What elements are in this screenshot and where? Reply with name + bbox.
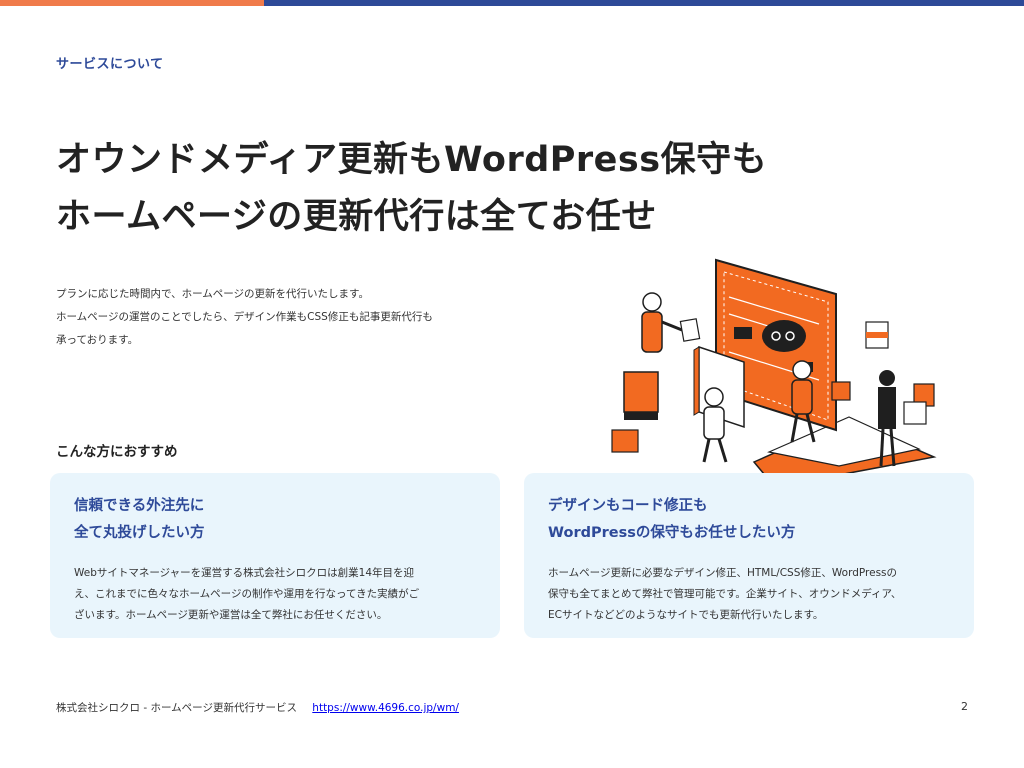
illus-robot-2-leg xyxy=(702,438,711,463)
top-accent-bar-orange xyxy=(0,0,264,6)
illus-book-spine xyxy=(693,346,700,416)
card-body-line-1: ホームページ更新に必要なデザイン修正、HTML/CSS修正、WordPressの xyxy=(548,567,898,579)
intro-line-1: プランに応じた時間内で、ホームページの更新を代行いたします。 xyxy=(56,288,370,300)
illus-robot-2-head xyxy=(704,387,724,407)
illus-robot-2-leg-2 xyxy=(717,438,728,463)
illus-robot-2-body xyxy=(703,406,725,440)
illus-cube-5 xyxy=(611,429,639,453)
card-body-line-2: 保守も全てまとめて弊社で管理可能です。企業サイト、オウンドメディア、 xyxy=(548,588,902,600)
card-title-line-2: 全て丸投げしたい方 xyxy=(74,525,205,541)
intro-line-2: ホームページの運営のことでしたら、デザイン作業もCSS修正も記事更新代行も xyxy=(56,311,433,323)
headline-line-2: ホームページの更新代行は全てお任せ xyxy=(56,197,657,237)
illus-paper xyxy=(679,318,701,342)
illus-person-head xyxy=(879,370,895,386)
recommend-card-body: Webサイトマネージャーを運営する株式会社シロクロは創業14年目を迎 え、これま… xyxy=(74,563,480,626)
card-body-line-3: ざいます。ホームページ更新や運営は全て弊社にお任せください。 xyxy=(74,609,388,621)
recommend-card-title: デザインもコード修正も WordPressの保守もお任せしたい方 xyxy=(548,493,954,547)
illus-robot-3-body xyxy=(791,379,813,415)
card-title-line-1: デザインもコード修正も xyxy=(548,498,708,514)
illus-cube-2 xyxy=(866,332,888,338)
footer-url-link[interactable]: https://www.4696.co.jp/wm/ xyxy=(312,702,459,714)
recommend-card-1: 信頼できる外注先に 全て丸投げしたい方 Webサイトマネージャーを運営する株式会… xyxy=(50,473,500,638)
illus-robot-1-body xyxy=(641,311,663,353)
page-headline: オウンドメディア更新もWordPress保守も ホームページの更新代行は全てお任… xyxy=(56,132,916,246)
illus-stool-seat xyxy=(624,412,658,420)
recommend-card-2: デザインもコード修正も WordPressの保守もお任せしたい方 ホームページ更… xyxy=(524,473,974,638)
robots-web-workspace-illustration-icon xyxy=(611,258,937,474)
illus-chat-bubble xyxy=(762,320,806,352)
card-body-line-1: Webサイトマネージャーを運営する株式会社シロクロは創業14年目を迎 xyxy=(74,567,415,579)
card-title-line-1: 信頼できる外注先に xyxy=(74,498,205,514)
recommend-label: こんな方におすすめ xyxy=(56,444,178,460)
card-title-line-2: WordPressの保守もお任せしたい方 xyxy=(548,525,796,541)
footer: 株式会社シロクロ - ホームページ更新代行サービス https://www.46… xyxy=(56,700,459,715)
intro-line-3: 承っております。 xyxy=(56,334,139,346)
illus-stool xyxy=(623,371,659,413)
illus-cube-6 xyxy=(831,381,851,401)
illus-robot-1-head xyxy=(642,292,662,312)
page-number: 2 xyxy=(961,700,968,713)
section-eyebrow: サービスについて xyxy=(56,57,164,72)
footer-company: 株式会社シロクロ - ホームページ更新代行サービス xyxy=(56,702,297,714)
recommend-card-body: ホームページ更新に必要なデザイン修正、HTML/CSS修正、WordPressの… xyxy=(548,563,954,626)
top-accent-bar-navy xyxy=(264,0,1024,6)
illus-robot-3-head xyxy=(792,360,812,380)
intro-text: プランに応じた時間内で、ホームページの更新を代行いたします。 ホームページの運営… xyxy=(56,283,506,352)
headline-line-1: オウンドメディア更新もWordPress保守も xyxy=(56,140,768,180)
card-body-line-3: ECサイトなどどのようなサイトでも更新代行いたします。 xyxy=(548,609,824,621)
recommend-card-title: 信頼できる外注先に 全て丸投げしたい方 xyxy=(74,493,480,547)
illus-robot-1-arm xyxy=(661,320,683,332)
illus-screen-block-1 xyxy=(734,327,752,339)
illus-person-leg xyxy=(879,428,885,467)
illus-person-body xyxy=(878,387,896,429)
top-accent-bar xyxy=(0,0,1024,6)
card-body-line-2: え、これまでに色々なホームページの制作や運用を行なってきた実績がご xyxy=(74,588,420,600)
illus-cube-4 xyxy=(903,401,927,425)
illus-robot-3-leg xyxy=(790,413,799,443)
